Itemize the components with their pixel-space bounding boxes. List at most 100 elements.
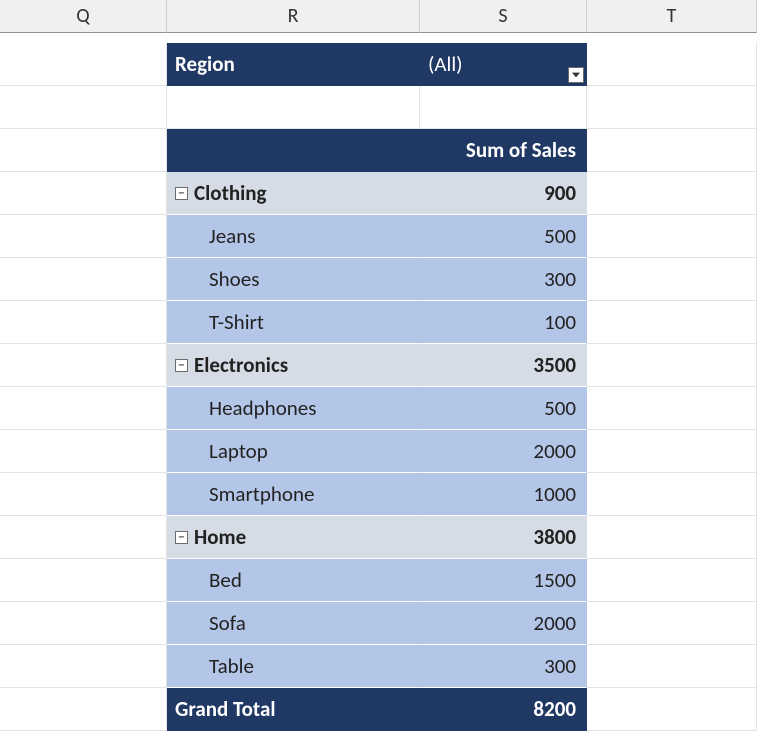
- cell-blank[interactable]: [587, 301, 757, 344]
- pivot-item-value[interactable]: 500: [420, 387, 587, 430]
- col-header-s[interactable]: S: [420, 0, 587, 33]
- cell-blank[interactable]: [587, 688, 757, 731]
- spreadsheet-grid: Q R S T Region (All) Sum of Sales − Clot…: [0, 0, 757, 731]
- pivot-category-row[interactable]: − Electronics: [167, 344, 420, 387]
- pivot-item-row[interactable]: Jeans: [167, 215, 420, 258]
- item-value: 100: [544, 309, 576, 335]
- cell-blank[interactable]: [587, 172, 757, 215]
- pivot-item-row[interactable]: Bed: [167, 559, 420, 602]
- item-label: Jeans: [209, 223, 255, 249]
- cell-blank[interactable]: [587, 473, 757, 516]
- col-header-t[interactable]: T: [587, 0, 757, 33]
- cell-blank[interactable]: [0, 473, 167, 516]
- cell-blank[interactable]: [587, 258, 757, 301]
- item-label: Headphones: [209, 395, 316, 421]
- item-label: Bed: [209, 567, 242, 593]
- item-value: 500: [544, 395, 576, 421]
- cell-blank[interactable]: [587, 387, 757, 430]
- filter-value: (All): [428, 51, 463, 77]
- item-label: T-Shirt: [209, 309, 264, 335]
- chevron-down-icon: [572, 72, 580, 78]
- pivot-filter-value-cell[interactable]: (All): [420, 43, 587, 86]
- grand-total-label: Grand Total: [175, 696, 276, 722]
- pivot-item-value[interactable]: 300: [420, 258, 587, 301]
- cell-blank[interactable]: [587, 344, 757, 387]
- cell-blank[interactable]: [420, 86, 587, 129]
- pivot-item-value[interactable]: 1500: [420, 559, 587, 602]
- cell-blank[interactable]: [587, 215, 757, 258]
- cell-blank[interactable]: [0, 688, 167, 731]
- cell-blank[interactable]: [0, 86, 167, 129]
- filter-dropdown-button[interactable]: [568, 67, 584, 83]
- item-label: Laptop: [209, 438, 268, 464]
- item-value: 2000: [533, 438, 576, 464]
- cell-blank[interactable]: [167, 86, 420, 129]
- cell-blank[interactable]: [587, 645, 757, 688]
- pivot-category-row[interactable]: − Home: [167, 516, 420, 559]
- pivot-item-value[interactable]: 2000: [420, 602, 587, 645]
- item-value: 300: [544, 266, 576, 292]
- cell-blank[interactable]: [0, 258, 167, 301]
- pivot-item-value[interactable]: 100: [420, 301, 587, 344]
- category-label: Electronics: [194, 352, 288, 378]
- cell-blank[interactable]: [587, 86, 757, 129]
- pivot-item-row[interactable]: Smartphone: [167, 473, 420, 516]
- item-value: 2000: [533, 610, 576, 636]
- cell-blank[interactable]: [587, 43, 757, 86]
- pivot-item-value[interactable]: 2000: [420, 430, 587, 473]
- pivot-category-total[interactable]: 3800: [420, 516, 587, 559]
- cell-blank[interactable]: [0, 430, 167, 473]
- category-label: Home: [194, 524, 246, 550]
- collapse-icon[interactable]: −: [175, 187, 188, 200]
- cell-blank[interactable]: [0, 344, 167, 387]
- item-value: 1000: [533, 481, 576, 507]
- pivot-value-header[interactable]: Sum of Sales: [420, 129, 587, 172]
- category-total-value: 3500: [533, 352, 576, 378]
- pivot-item-row[interactable]: Laptop: [167, 430, 420, 473]
- cell-blank[interactable]: [587, 430, 757, 473]
- cell-blank[interactable]: [0, 559, 167, 602]
- grand-total-value: 8200: [533, 696, 576, 722]
- category-total-value: 3800: [533, 524, 576, 550]
- cell-blank[interactable]: [0, 172, 167, 215]
- pivot-grand-total-value[interactable]: 8200: [420, 688, 587, 731]
- cell-blank[interactable]: [0, 602, 167, 645]
- value-header-label: Sum of Sales: [466, 137, 576, 163]
- item-value: 300: [544, 653, 576, 679]
- pivot-item-value[interactable]: 500: [420, 215, 587, 258]
- item-value: 500: [544, 223, 576, 249]
- pivot-item-row[interactable]: Shoes: [167, 258, 420, 301]
- pivot-item-row[interactable]: Sofa: [167, 602, 420, 645]
- item-label: Shoes: [209, 266, 259, 292]
- pivot-item-row[interactable]: Table: [167, 645, 420, 688]
- cell-blank[interactable]: [587, 129, 757, 172]
- cell-blank[interactable]: [0, 43, 167, 86]
- pivot-filter-label[interactable]: Region: [167, 43, 420, 86]
- category-label: Clothing: [194, 180, 267, 206]
- col-header-q[interactable]: Q: [0, 0, 167, 33]
- pivot-item-row[interactable]: Headphones: [167, 387, 420, 430]
- collapse-icon[interactable]: −: [175, 359, 188, 372]
- cell-blank[interactable]: [587, 516, 757, 559]
- cell-blank[interactable]: [0, 645, 167, 688]
- collapse-icon[interactable]: −: [175, 531, 188, 544]
- cell-blank[interactable]: [0, 301, 167, 344]
- cell-blank[interactable]: [0, 129, 167, 172]
- cell-blank[interactable]: [587, 602, 757, 645]
- cell-blank[interactable]: [587, 559, 757, 602]
- pivot-item-value[interactable]: 300: [420, 645, 587, 688]
- cell-blank[interactable]: [0, 387, 167, 430]
- pivot-category-total[interactable]: 3500: [420, 344, 587, 387]
- item-value: 1500: [533, 567, 576, 593]
- item-label: Sofa: [209, 610, 246, 636]
- pivot-item-row[interactable]: T-Shirt: [167, 301, 420, 344]
- pivot-category-total[interactable]: 900: [420, 172, 587, 215]
- col-header-r[interactable]: R: [167, 0, 420, 33]
- pivot-grand-total-label[interactable]: Grand Total: [167, 688, 420, 731]
- filter-field-label: Region: [175, 51, 235, 77]
- pivot-category-row[interactable]: − Clothing: [167, 172, 420, 215]
- pivot-row-header-blank[interactable]: [167, 129, 420, 172]
- cell-blank[interactable]: [0, 215, 167, 258]
- cell-blank[interactable]: [0, 516, 167, 559]
- pivot-item-value[interactable]: 1000: [420, 473, 587, 516]
